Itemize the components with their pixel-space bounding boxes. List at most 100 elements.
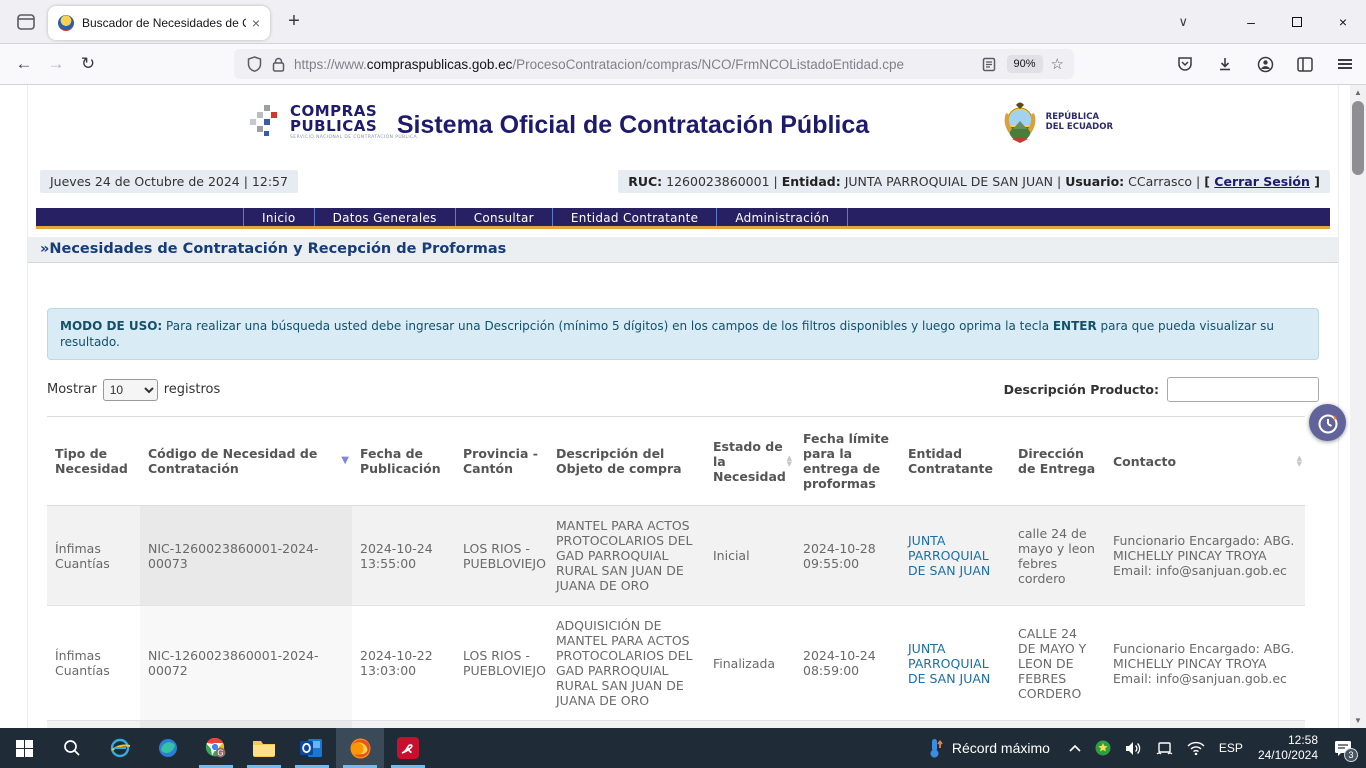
acrobat-icon[interactable] (384, 728, 432, 768)
zoom-level-button[interactable]: 90% (1007, 55, 1043, 73)
antivirus-tray-icon[interactable] (1088, 728, 1118, 768)
edge-icon[interactable] (144, 728, 192, 768)
ecuador-coat-of-arms-icon (1000, 99, 1040, 145)
list-tabs-chevron-icon[interactable]: ∨ (1178, 14, 1188, 30)
product-description-input[interactable] (1167, 377, 1319, 402)
sidebars-icon[interactable] (1290, 49, 1320, 79)
menu-item-inicio[interactable]: Inicio (243, 208, 314, 226)
pocket-icon[interactable] (1170, 49, 1200, 79)
cell-descripcion: MANTEL PARA ACTOS PROTOCOLARIOS DEL GAD … (548, 506, 705, 606)
entidad-contratante-link[interactable]: JUNTA PARROQUIAL DE SAN JUAN (908, 641, 990, 686)
cell-provincia: LOS RIOS - PUEBLOVIEJO (455, 506, 548, 606)
site-favicon (58, 15, 74, 31)
cell-descripcion: ADQUISICIÓN DE MANTEL PARA ACTOS PROTOCO… (548, 606, 705, 721)
cell-provincia: LOS RIOS - PUEBLOVIEJO (455, 721, 548, 729)
column-header-codigo[interactable]: Código de Necesidad de Contratación▼ (140, 417, 352, 506)
cell-contacto: Funcionario Encargado: ABG. MICHELLY PIN… (1105, 506, 1305, 606)
back-button[interactable]: ← (8, 49, 40, 79)
column-header-tipo[interactable]: Tipo de Necesidad (47, 417, 140, 506)
sort-icon[interactable]: ▲▼ (787, 455, 792, 467)
vertical-scrollbar[interactable]: ▲ ▼ (1350, 85, 1366, 728)
browser-tab[interactable]: Buscador de Necesidades de Co... × (48, 6, 270, 40)
column-header-contacto[interactable]: Contacto▲▼ (1105, 417, 1305, 506)
cell-direccion: calle 24 de mayo y leon febres cordero (1010, 506, 1105, 606)
firefox-view-icon[interactable] (12, 10, 40, 34)
outlook-icon[interactable] (288, 728, 336, 768)
reload-button[interactable]: ↻ (72, 49, 104, 79)
cell-codigo: NIC-1260023860001-2024-00073 (140, 506, 352, 606)
tray-chevron-icon[interactable] (1062, 728, 1088, 768)
window-maximize-button[interactable] (1274, 0, 1320, 44)
cell-direccion: calle 24 de mayo y leon febres cordero (1010, 721, 1105, 729)
tab-close-icon[interactable]: × (252, 15, 260, 31)
session-info-box: RUC: 1260023860001 | Entidad: JUNTA PARR… (618, 170, 1330, 193)
tracking-shield-icon[interactable] (247, 56, 262, 72)
site-header: COMPRASPUBLICAS SERVICIO NACIONAL DE CON… (28, 85, 1338, 170)
menu-item-entidad-contratante[interactable]: Entidad Contratante (552, 208, 716, 226)
column-header-estado[interactable]: Estado de la Necesidad▲▼ (705, 417, 795, 506)
entidad-contratante-link[interactable]: JUNTA PARROQUIAL DE SAN JUAN (908, 533, 990, 578)
column-header-fecha_limite[interactable]: Fecha límite para la entrega de proforma… (795, 417, 900, 506)
scrollbar-thumb[interactable] (1352, 101, 1364, 175)
bookmark-star-icon[interactable]: ☆ (1051, 55, 1064, 73)
scroll-up-arrow-icon[interactable]: ▲ (1350, 85, 1366, 100)
cell-contacto: Funcionario Encargado: ABG. MICHELLY PIN… (1105, 606, 1305, 721)
records-per-page-select[interactable]: 10 (103, 379, 158, 401)
clock-date: 24/10/2024 (1258, 748, 1318, 763)
forward-button[interactable]: → (40, 49, 72, 79)
menu-item-consultar[interactable]: Consultar (455, 208, 552, 226)
cell-entidad: JUNTA PARROQUIAL DE SAN JUAN (900, 606, 1010, 721)
weather-label: Récord máximo (952, 740, 1050, 756)
file-explorer-icon[interactable] (240, 728, 288, 768)
records-label: registros (164, 382, 221, 397)
compras-publicas-page: COMPRASPUBLICAS SERVICIO NACIONAL DE CON… (27, 85, 1339, 728)
table-row: Ínfimas CuantíasNIC-1260023860001-2024-0… (47, 721, 1305, 729)
taskbar-weather-widget[interactable]: Récord máximo (916, 738, 1062, 758)
account-icon[interactable] (1250, 49, 1280, 79)
show-label: Mostrar (47, 382, 97, 397)
column-header-provincia[interactable]: Provincia - Cantón (455, 417, 548, 506)
window-close-button[interactable]: × (1320, 0, 1366, 44)
cell-fecha_pub: 2024-10-22 13:03:00 (352, 606, 455, 721)
language-indicator[interactable]: ESP (1212, 728, 1250, 768)
url-bar[interactable]: https://www.compraspublicas.gob.ec/Proce… (234, 49, 1074, 79)
cell-entidad: JUNTA PARROQUIAL DE SAN JUAN (900, 721, 1010, 729)
taskbar-clock[interactable]: 12:58 24/10/2024 (1250, 733, 1326, 763)
scroll-down-arrow-icon[interactable]: ▼ (1350, 713, 1366, 728)
new-tab-button[interactable]: + (280, 8, 308, 36)
lock-icon[interactable] (272, 57, 285, 72)
column-header-direccion[interactable]: Dirección de Entrega (1010, 417, 1105, 506)
notification-center-icon[interactable]: 3 (1326, 728, 1366, 768)
logout-link[interactable]: Cerrar Sesión (1214, 174, 1310, 189)
main-menu: Inicio Datos Generales Consultar Entidad… (36, 208, 1330, 229)
firefox-icon[interactable] (336, 728, 384, 768)
cell-fecha_pub: 2024-10-24 13:55:00 (352, 506, 455, 606)
cell-estado: Finalizada (705, 606, 795, 721)
cast-screen-icon[interactable] (1149, 728, 1180, 768)
product-description-label: Descripción Producto: (1004, 382, 1159, 397)
cell-estado: Finalizada (705, 721, 795, 729)
window-minimize-button[interactable]: – (1228, 0, 1274, 44)
start-button[interactable] (0, 728, 48, 768)
menu-icon[interactable] (1330, 49, 1360, 79)
url-text: https://www.compraspublicas.gob.ec/Proce… (294, 57, 977, 72)
chrome-icon[interactable]: G (192, 728, 240, 768)
wifi-icon[interactable] (1180, 728, 1212, 768)
table-controls: Mostrar 10 registros Descripción Product… (47, 377, 1319, 402)
column-header-entidad[interactable]: Entidad Contratante (900, 417, 1010, 506)
taskbar-search-icon[interactable] (48, 728, 96, 768)
internet-explorer-icon[interactable] (96, 728, 144, 768)
column-header-descripcion[interactable]: Descripción del Objeto de compra (548, 417, 705, 506)
screen-timer-overlay-button[interactable] (1309, 404, 1346, 441)
sort-descending-icon[interactable]: ▼ (341, 456, 349, 466)
menu-item-administracion[interactable]: Administración (716, 208, 848, 226)
reader-mode-icon[interactable] (982, 57, 996, 72)
sort-icon[interactable]: ▲▼ (1297, 455, 1302, 467)
menu-item-datos-generales[interactable]: Datos Generales (314, 208, 455, 226)
tab-title: Buscador de Necesidades de Co... (82, 16, 246, 30)
column-header-fecha_pub[interactable]: Fecha de Publicación (352, 417, 455, 506)
cell-entidad: JUNTA PARROQUIAL DE SAN JUAN (900, 506, 1010, 606)
datetime-box: Jueves 24 de Octubre de 2024 | 12:57 (40, 170, 298, 193)
volume-icon[interactable] (1118, 728, 1149, 768)
downloads-icon[interactable] (1210, 49, 1240, 79)
